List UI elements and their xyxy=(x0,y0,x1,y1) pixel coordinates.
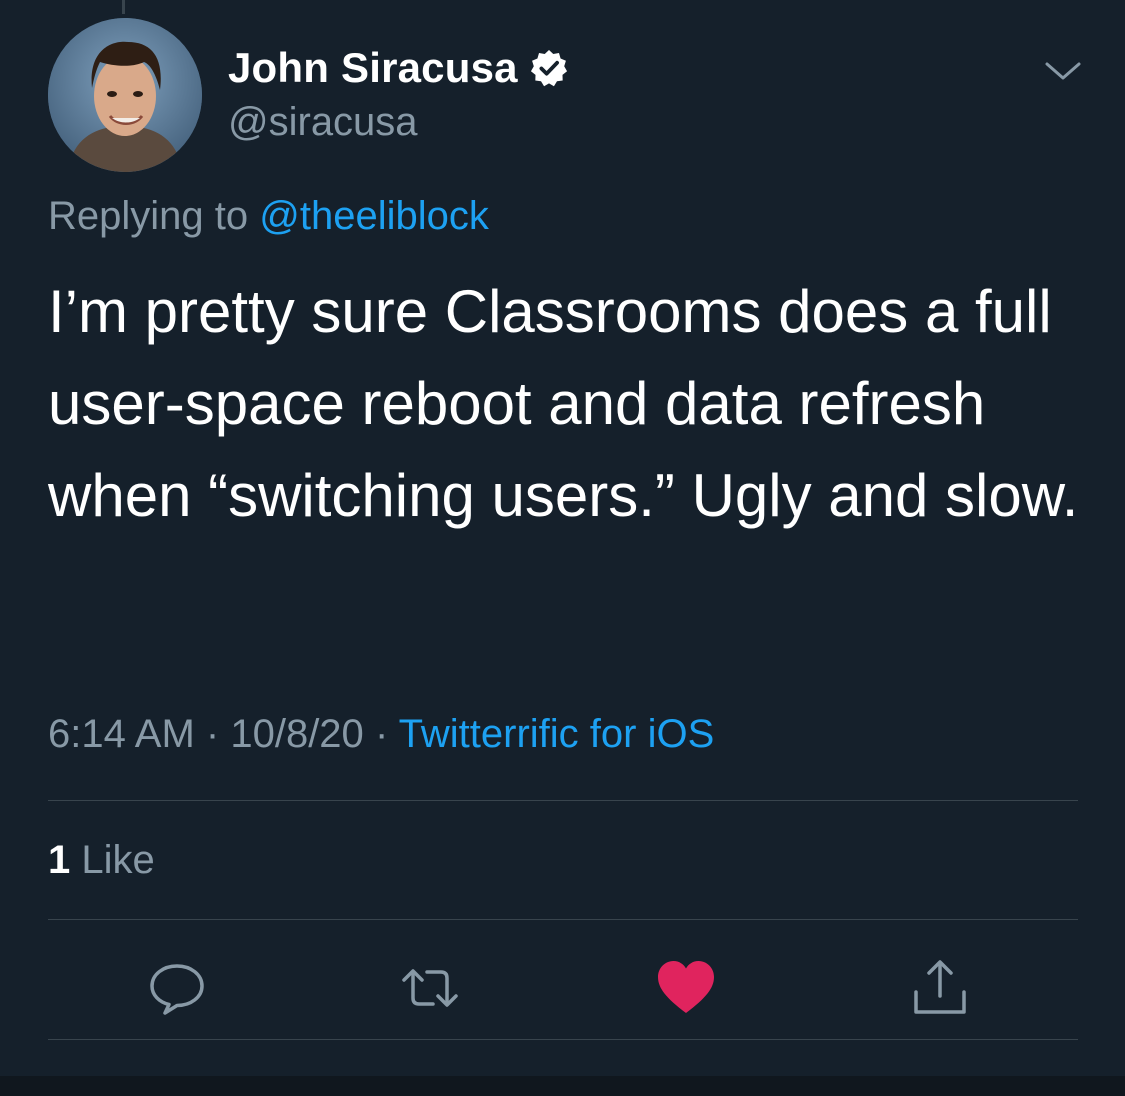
share-icon xyxy=(914,960,966,1014)
reply-button[interactable] xyxy=(147,958,207,1018)
thread-connector-line xyxy=(122,0,125,14)
share-button[interactable] xyxy=(910,958,970,1018)
replying-to-line: Replying to @theeliblock xyxy=(48,194,489,239)
tweet-date: 10/8/20 xyxy=(230,712,364,756)
like-button[interactable] xyxy=(656,958,716,1018)
speech-bubble-icon xyxy=(150,964,204,1015)
tweet-source-link[interactable]: Twitterrific for iOS xyxy=(399,712,715,756)
like-count: 1 xyxy=(48,838,71,882)
display-name[interactable]: John Siracusa xyxy=(228,44,518,92)
bottom-bar xyxy=(0,1076,1125,1096)
user-photo-icon xyxy=(48,18,202,172)
retweet-button[interactable] xyxy=(400,958,460,1018)
meta-separator: · xyxy=(205,712,220,756)
meta-separator: · xyxy=(374,712,389,756)
tweet-meta: 6:14 AM · 10/8/20 · Twitterrific for iOS xyxy=(48,712,714,757)
author-name-row[interactable]: John Siracusa xyxy=(228,44,568,92)
replying-to-label: Replying to xyxy=(48,194,249,238)
verified-badge-icon xyxy=(530,49,567,87)
divider xyxy=(48,1039,1078,1040)
likes-summary[interactable]: 1 Like xyxy=(48,838,155,883)
avatar[interactable] xyxy=(48,18,202,172)
like-label: Like xyxy=(81,838,155,882)
replying-to-mention-link[interactable]: @theeliblock xyxy=(259,194,489,238)
tweet-text: I’m pretty sure Classrooms does a full u… xyxy=(48,278,1079,529)
chevron-down-icon[interactable] xyxy=(1042,56,1084,86)
retweet-icon xyxy=(402,969,458,1007)
divider xyxy=(48,919,1078,920)
divider xyxy=(48,800,1078,801)
author-handle[interactable]: @siracusa xyxy=(228,100,418,145)
heart-icon xyxy=(658,961,714,1013)
tweet-time: 6:14 AM xyxy=(48,712,195,756)
